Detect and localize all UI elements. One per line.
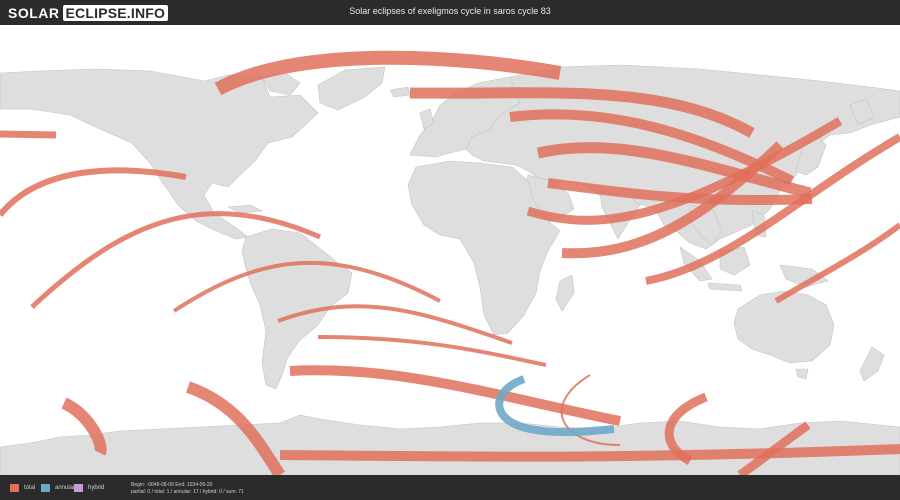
landmasses bbox=[0, 64, 900, 476]
info-counts: partial: 0 / total: 1 / annular: 17 / hy… bbox=[131, 489, 244, 495]
greenland bbox=[317, 66, 386, 111]
legend-bar: total annular hybrid Begin: -0048-08-09 … bbox=[0, 475, 900, 500]
madagascar bbox=[555, 274, 575, 312]
legend-label-hybrid: hybrid bbox=[88, 485, 105, 491]
australia bbox=[733, 290, 835, 364]
header-bar: SOLAR ECLIPSE.INFO Solar eclipses of exe… bbox=[0, 0, 900, 25]
info-dates: Begin: -0048-08-09 End: 1034-05-20 bbox=[131, 482, 213, 488]
antarctica bbox=[0, 414, 900, 476]
new-zealand bbox=[859, 346, 885, 382]
eclipse-path[interactable] bbox=[774, 222, 900, 304]
legend-label-total: total bbox=[24, 485, 36, 491]
map-svg bbox=[0, 50, 900, 479]
legend-total: total bbox=[10, 484, 35, 492]
iceland bbox=[389, 86, 411, 98]
north-america bbox=[0, 68, 319, 240]
world-map[interactable] bbox=[0, 25, 900, 479]
eclipse-path[interactable] bbox=[0, 167, 187, 217]
legend-swatch-annular bbox=[41, 484, 50, 492]
legend-annular: annular bbox=[41, 484, 75, 492]
tasmania bbox=[795, 368, 809, 380]
legend-hybrid: hybrid bbox=[74, 484, 104, 492]
cuba bbox=[227, 204, 263, 214]
legend-swatch-hybrid bbox=[74, 484, 83, 492]
page-title: Solar eclipses of exeligmos cycle in sar… bbox=[349, 6, 551, 16]
eclipse-path[interactable] bbox=[289, 365, 621, 426]
legend-label-annular: annular bbox=[55, 485, 76, 491]
legend-swatch-total bbox=[10, 484, 19, 492]
java bbox=[707, 282, 743, 292]
eclipse-path[interactable] bbox=[0, 130, 57, 139]
